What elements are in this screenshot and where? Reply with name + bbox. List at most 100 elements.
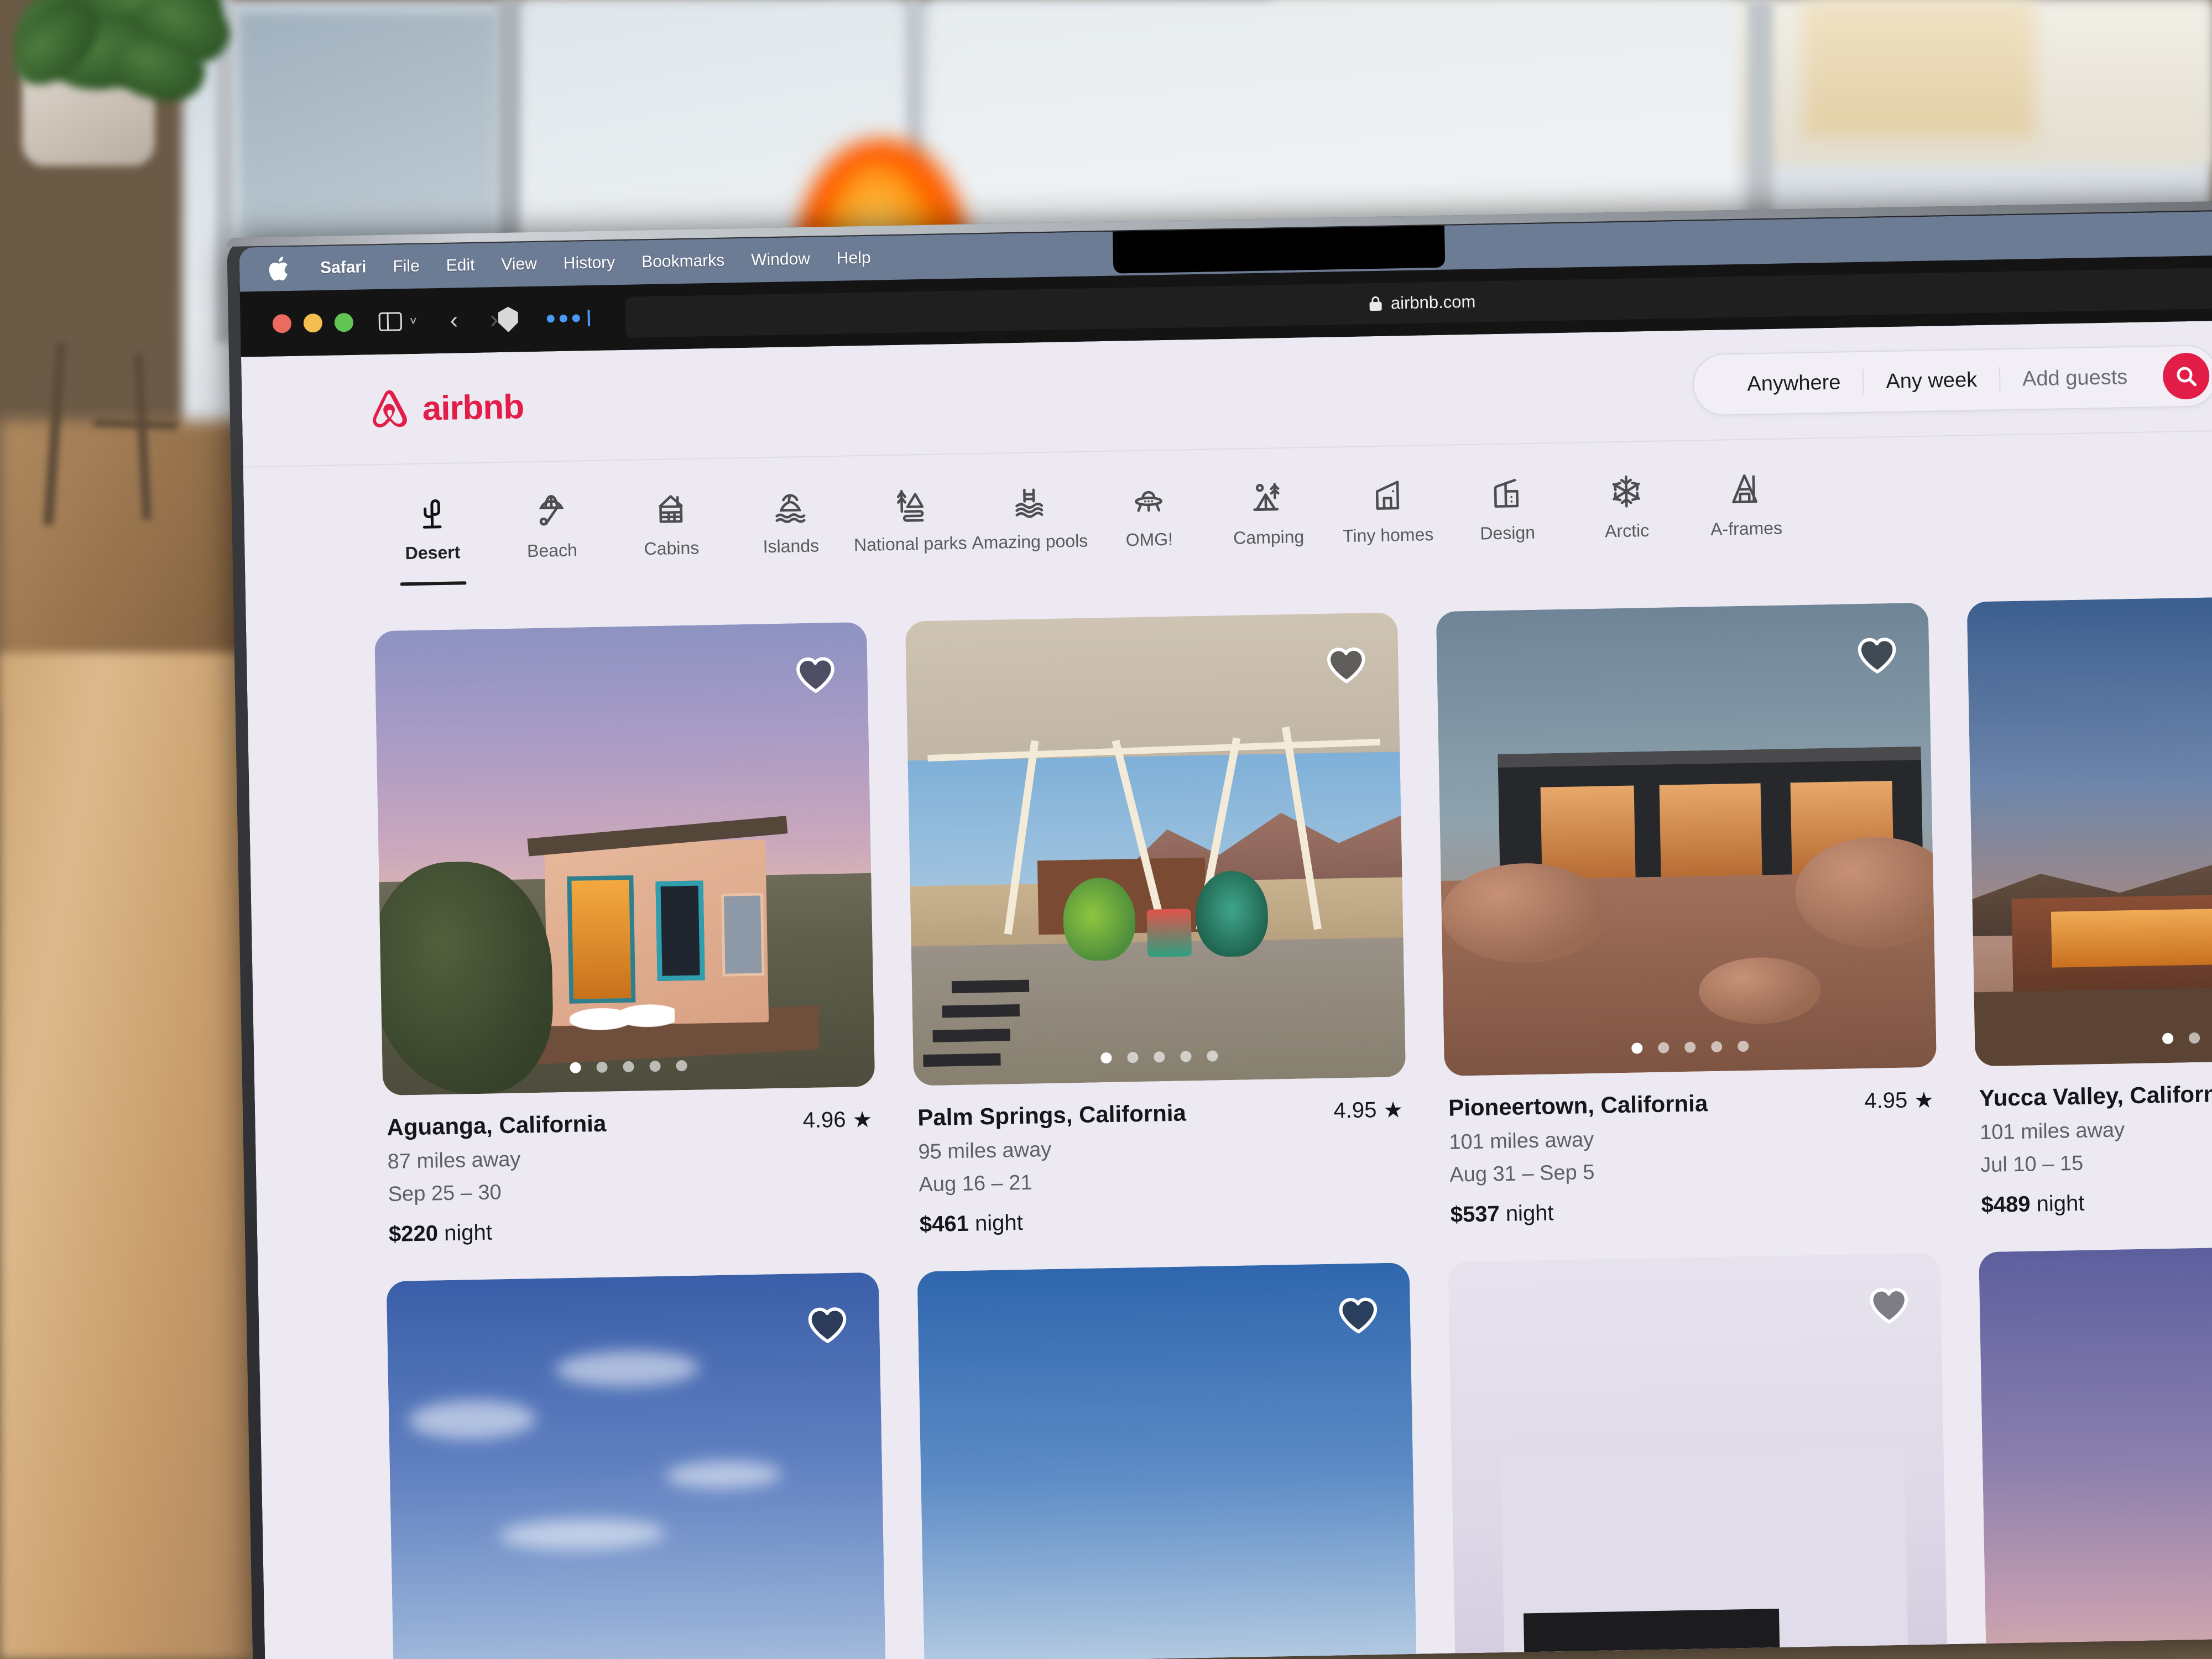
menu-item-bookmarks[interactable]: Bookmarks	[628, 251, 738, 272]
tiny-home-icon	[1369, 472, 1406, 514]
toolbar-right-icons	[498, 305, 591, 332]
listing-distance: 101 miles away	[1979, 1118, 2125, 1144]
navigation-arrows[interactable]: ‹ ›	[450, 306, 498, 335]
menu-item-safari[interactable]: Safari	[307, 258, 380, 278]
category-islands[interactable]: Islands	[730, 482, 851, 557]
listing-photo[interactable]	[374, 622, 875, 1096]
tent-icon	[1249, 474, 1286, 517]
listing-card[interactable]: Palm Springs, California 4.95 ★ 95 miles…	[905, 612, 1408, 1237]
park-trees-icon	[891, 481, 928, 523]
snowflake-icon	[1608, 467, 1645, 510]
category-label: Arctic	[1604, 520, 1650, 541]
photo-carousel-dots[interactable]	[1631, 1040, 1749, 1054]
palm-island-icon	[771, 483, 808, 525]
category-camping[interactable]: Camping	[1208, 473, 1328, 549]
listing-card[interactable]	[1448, 1253, 1949, 1659]
search-bar[interactable]: Anywhere Any week Add guests	[1692, 345, 2212, 416]
listing-title: Palm Springs, California	[917, 1099, 1187, 1131]
forward-button[interactable]: ›	[490, 306, 499, 333]
category-cabins[interactable]: Cabins	[611, 484, 731, 560]
star-icon: ★	[1383, 1097, 1404, 1123]
listing-rating: 4.95 ★	[1333, 1097, 1404, 1124]
category-label: National parks	[853, 533, 967, 555]
extensions-icon[interactable]	[546, 309, 591, 327]
airbnb-logo[interactable]: airbnb	[369, 385, 524, 431]
zoom-button[interactable]	[334, 312, 354, 332]
heart-icon[interactable]	[806, 1305, 849, 1344]
menu-item-file[interactable]: File	[379, 257, 433, 276]
close-button[interactable]	[272, 314, 292, 333]
category-tiny-homes[interactable]: Tiny homes	[1327, 471, 1448, 547]
heart-icon[interactable]	[1867, 1285, 1910, 1324]
price-amount: $220	[388, 1220, 439, 1246]
listing-photo[interactable]	[905, 612, 1406, 1086]
window-traffic-lights[interactable]	[272, 312, 354, 333]
menu-item-help[interactable]: Help	[823, 248, 884, 268]
category-a-frames[interactable]: A-frames	[1686, 465, 1806, 540]
sidebar-icon[interactable]	[378, 312, 403, 331]
lock-icon	[1369, 296, 1383, 311]
category-amazing-pools[interactable]: Amazing pools	[969, 478, 1089, 554]
heart-icon[interactable]	[1856, 635, 1898, 675]
listing-card[interactable]: Yucca Valley, California 4.95 ★ 101 mile…	[1966, 593, 2212, 1218]
listing-photo[interactable]	[917, 1262, 1418, 1659]
back-button[interactable]: ‹	[450, 306, 458, 334]
a-frame-icon	[1727, 465, 1764, 508]
listings-grid-row-2	[258, 1243, 2212, 1659]
listing-distance: 95 miles away	[918, 1138, 1052, 1164]
category-label: Design	[1480, 522, 1536, 544]
listing-dates: Sep 25 – 30	[388, 1180, 502, 1206]
search-guests[interactable]: Add guests	[2000, 365, 2150, 392]
category-national-parks[interactable]: National parks	[849, 479, 970, 555]
heart-icon[interactable]	[794, 655, 837, 694]
window-frame	[1747, 0, 1773, 232]
listing-photo[interactable]	[1448, 1253, 1949, 1659]
airbnb-belo-icon[interactable]	[369, 387, 410, 431]
search-icon	[2177, 367, 2197, 387]
privacy-shield-icon[interactable]	[498, 306, 519, 332]
price-amount: $489	[1981, 1192, 2031, 1217]
category-beach[interactable]: Beach	[491, 486, 612, 562]
search-where[interactable]: Anywhere	[1725, 370, 1863, 397]
search-when[interactable]: Any week	[1864, 368, 1999, 394]
price-unit: night	[1499, 1200, 1554, 1226]
listing-card[interactable]	[1979, 1243, 2212, 1659]
menu-item-view[interactable]: View	[488, 254, 550, 274]
menu-item-history[interactable]: History	[550, 253, 629, 274]
listing-photo[interactable]	[386, 1272, 887, 1659]
search-button[interactable]	[2162, 352, 2210, 400]
listing-photo[interactable]	[1979, 1243, 2212, 1659]
heart-icon[interactable]	[1337, 1295, 1379, 1334]
heart-icon[interactable]	[1325, 645, 1368, 684]
category-label: OMG!	[1125, 529, 1173, 550]
listing-photo[interactable]	[1436, 602, 1937, 1076]
photo-art-yucca-valley	[1966, 593, 2212, 1067]
category-design[interactable]: Design	[1447, 469, 1567, 545]
category-label: Beach	[526, 540, 578, 561]
chevron-down-icon[interactable]: ˅	[410, 314, 417, 328]
category-arctic[interactable]: Arctic	[1566, 467, 1687, 542]
sidebar-toggle[interactable]: ˅	[378, 312, 417, 331]
price-amount: $461	[919, 1211, 969, 1237]
listing-meta: Aguanga, California 4.96 ★ 87 miles away…	[383, 1087, 878, 1247]
photo-carousel-dots[interactable]	[570, 1060, 687, 1073]
category-omg[interactable]: OMG!	[1088, 476, 1209, 551]
star-icon: ★	[852, 1107, 873, 1133]
photo-carousel-dots[interactable]	[2162, 1031, 2212, 1045]
price-unit: night	[437, 1220, 493, 1245]
category-label: Tiny homes	[1342, 524, 1434, 546]
listing-price: $220 night	[389, 1213, 875, 1246]
menu-item-edit[interactable]: Edit	[432, 255, 488, 275]
minimize-button[interactable]	[303, 313, 323, 333]
menu-item-window[interactable]: Window	[738, 249, 823, 270]
airbnb-wordmark[interactable]: airbnb	[422, 387, 524, 428]
listing-photo[interactable]	[1966, 593, 2212, 1067]
listing-card[interactable]: Pioneertown, California 4.95 ★ 101 miles…	[1436, 602, 1939, 1228]
category-desert[interactable]: Desert	[372, 488, 493, 586]
apple-logo-icon[interactable]	[267, 254, 293, 284]
listing-card[interactable]	[917, 1262, 1418, 1659]
listing-card[interactable]	[386, 1272, 887, 1659]
photo-carousel-dots[interactable]	[1100, 1050, 1218, 1064]
listing-card[interactable]: Aguanga, California 4.96 ★ 87 miles away…	[374, 622, 878, 1247]
category-label: Desert	[405, 542, 461, 564]
